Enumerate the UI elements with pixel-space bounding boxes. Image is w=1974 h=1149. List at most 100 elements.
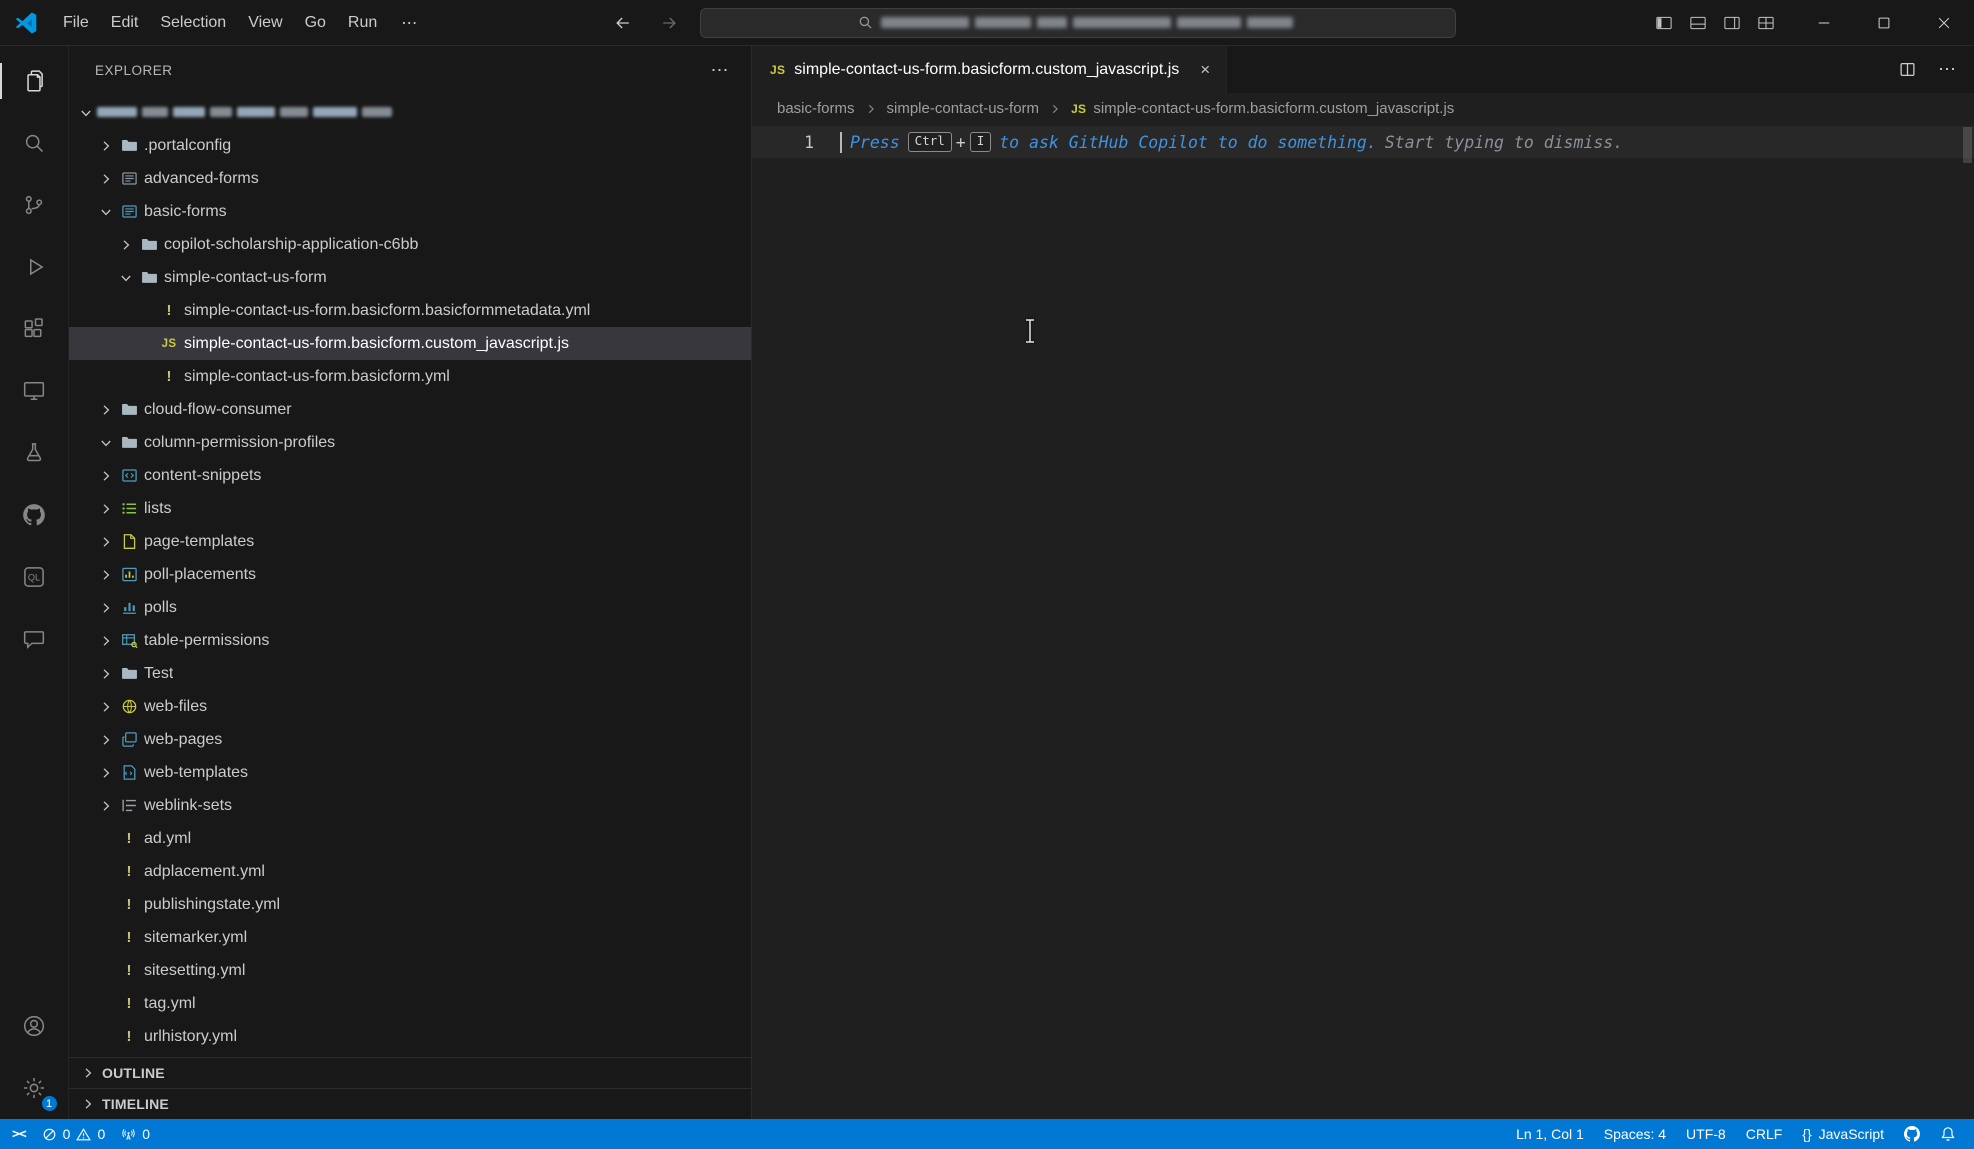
command-center-search[interactable]: [700, 8, 1456, 38]
chevron-right-icon[interactable]: [95, 762, 117, 784]
tree-item-basic-forms[interactable]: basic-forms: [69, 195, 751, 228]
tree-item-sitesetting.yml[interactable]: !sitesetting.yml: [69, 954, 751, 987]
tree-item-polls[interactable]: polls: [69, 591, 751, 624]
ports-indicator[interactable]: 0: [113, 1119, 158, 1149]
split-editor-icon[interactable]: [1899, 61, 1916, 78]
tree-item-lists[interactable]: lists: [69, 492, 751, 525]
chevron-right-icon[interactable]: [95, 597, 117, 619]
tree-item-column-permission-profiles[interactable]: column-permission-profiles: [69, 426, 751, 459]
chevron-right-icon[interactable]: [95, 564, 117, 586]
tab-close-icon[interactable]: ×: [1200, 61, 1210, 78]
activity-power-platform-icon[interactable]: [0, 422, 69, 484]
timeline-section[interactable]: TIMELINE: [69, 1088, 751, 1119]
toggle-sidebar-icon[interactable]: [1654, 14, 1674, 32]
chevron-right-icon[interactable]: [95, 729, 117, 751]
tree-item-web-pages[interactable]: web-pages: [69, 723, 751, 756]
chevron-right-icon[interactable]: [95, 696, 117, 718]
chevron-down-icon[interactable]: [95, 432, 117, 454]
activity-remote-explorer-icon[interactable]: [0, 360, 69, 422]
chevron-down-icon[interactable]: [75, 102, 97, 124]
tree-item-copilot-scholarship-application-c6bb[interactable]: copilot-scholarship-application-c6bb: [69, 228, 751, 261]
tree-item-page-templates[interactable]: page-templates: [69, 525, 751, 558]
tree-item-advanced-forms[interactable]: advanced-forms: [69, 162, 751, 195]
customize-layout-icon[interactable]: [1756, 14, 1776, 32]
chevron-right-icon[interactable]: [95, 795, 117, 817]
minimize-button[interactable]: [1794, 0, 1854, 46]
activity-extensions-icon[interactable]: [0, 298, 69, 360]
activity-github-icon[interactable]: [0, 484, 69, 546]
breadcrumb-item[interactable]: simple-contact-us-form: [887, 100, 1040, 117]
chevron-right-icon[interactable]: [95, 531, 117, 553]
tree-root-folder[interactable]: [69, 96, 751, 129]
language-mode[interactable]: {} JavaScript: [1792, 1119, 1894, 1149]
tree-item-simple-contact-us-form[interactable]: simple-contact-us-form: [69, 261, 751, 294]
tree-item-content-snippets[interactable]: content-snippets: [69, 459, 751, 492]
ctrl-key-badge: Ctrl: [908, 132, 952, 152]
tree-item-tag.yml[interactable]: !tag.yml: [69, 987, 751, 1020]
problems-indicator[interactable]: 0 0: [34, 1119, 114, 1149]
activity-settings-icon[interactable]: 1: [0, 1057, 69, 1119]
tree-item-weblink-sets[interactable]: weblink-sets: [69, 789, 751, 822]
tree-item-publishingstate.yml[interactable]: !publishingstate.yml: [69, 888, 751, 921]
tree-item-ad.yml[interactable]: !ad.yml: [69, 822, 751, 855]
outline-section[interactable]: OUTLINE: [69, 1057, 751, 1088]
chevron-right-icon[interactable]: [95, 135, 117, 157]
maximize-button[interactable]: [1854, 0, 1914, 46]
cursor-position[interactable]: Ln 1, Col 1: [1506, 1119, 1594, 1149]
menu-run[interactable]: Run: [337, 9, 388, 37]
activity-run-debug-icon[interactable]: [0, 236, 69, 298]
explorer-more-actions-icon[interactable]: ⋯: [711, 60, 730, 81]
indentation-setting[interactable]: Spaces: 4: [1594, 1119, 1676, 1149]
toggle-secondary-sidebar-icon[interactable]: [1722, 14, 1742, 32]
chevron-right-icon[interactable]: [95, 465, 117, 487]
navigate-forward-icon[interactable]: [654, 8, 684, 38]
menu-view[interactable]: View: [237, 9, 293, 37]
tree-item-simple-contact-us-form.basicform.basicformmetadata.yml[interactable]: !simple-contact-us-form.basicform.basicf…: [69, 294, 751, 327]
chevron-right-icon[interactable]: [95, 168, 117, 190]
tree-item-table-permissions[interactable]: table-permissions: [69, 624, 751, 657]
chevron-down-icon[interactable]: [115, 267, 137, 289]
close-button[interactable]: [1914, 0, 1974, 46]
activity-source-control-icon[interactable]: [0, 174, 69, 236]
chevron-right-icon[interactable]: [95, 498, 117, 520]
eol-setting[interactable]: CRLF: [1736, 1119, 1793, 1149]
activity-comments-icon[interactable]: [0, 608, 69, 670]
encoding-setting[interactable]: UTF-8: [1676, 1119, 1736, 1149]
tree-item-sitemarker.yml[interactable]: !sitemarker.yml: [69, 921, 751, 954]
menu-overflow[interactable]: ⋯: [390, 8, 428, 38]
tree-item-urlhistory.yml[interactable]: !urlhistory.yml: [69, 1020, 751, 1053]
menu-edit[interactable]: Edit: [100, 9, 150, 37]
tree-item-adplacement.yml[interactable]: !adplacement.yml: [69, 855, 751, 888]
menu-file[interactable]: File: [52, 9, 100, 37]
chevron-right-icon[interactable]: [95, 663, 117, 685]
chevron-down-icon[interactable]: [95, 201, 117, 223]
toggle-panel-icon[interactable]: [1688, 14, 1708, 32]
tab-custom-javascript[interactable]: JS simple-contact-us-form.basicform.cust…: [752, 46, 1227, 93]
activity-codeql-icon[interactable]: QL: [0, 546, 69, 608]
editor-more-actions-icon[interactable]: ⋯: [1938, 59, 1956, 80]
tree-item-.portalconfig[interactable]: .portalconfig: [69, 129, 751, 162]
tree-item-simple-contact-us-form.basicform.yml[interactable]: !simple-contact-us-form.basicform.yml: [69, 360, 751, 393]
notifications-bell-icon[interactable]: [1930, 1119, 1966, 1149]
tree-item-Test[interactable]: Test: [69, 657, 751, 690]
tree-item-simple-contact-us-form.basicform.custom_javascript.js[interactable]: JSsimple-contact-us-form.basicform.custo…: [69, 327, 751, 360]
chevron-right-icon[interactable]: [115, 234, 137, 256]
tree-item-web-templates[interactable]: web-templates: [69, 756, 751, 789]
menu-go[interactable]: Go: [294, 9, 337, 37]
activity-explorer-icon[interactable]: [0, 50, 69, 112]
tree-item-poll-placements[interactable]: poll-placements: [69, 558, 751, 591]
activity-search-icon[interactable]: [0, 112, 69, 174]
chevron-right-icon[interactable]: [95, 399, 117, 421]
menu-selection[interactable]: Selection: [149, 9, 237, 37]
navigate-back-icon[interactable]: [608, 8, 638, 38]
github-status-icon[interactable]: [1894, 1119, 1930, 1149]
editor-scrollbar[interactable]: [1963, 127, 1972, 163]
breadcrumb-item[interactable]: basic-forms: [777, 100, 855, 117]
tree-item-cloud-flow-consumer[interactable]: cloud-flow-consumer: [69, 393, 751, 426]
activity-accounts-icon[interactable]: [0, 995, 69, 1057]
remote-indicator[interactable]: ><: [0, 1119, 34, 1149]
tree-item-web-files[interactable]: web-files: [69, 690, 751, 723]
breadcrumb-item[interactable]: JSsimple-contact-us-form.basicform.custo…: [1071, 100, 1454, 117]
code-editor[interactable]: 1 Press Ctrl + I to ask GitHub Copilot t…: [752, 124, 1974, 1119]
chevron-right-icon[interactable]: [95, 630, 117, 652]
